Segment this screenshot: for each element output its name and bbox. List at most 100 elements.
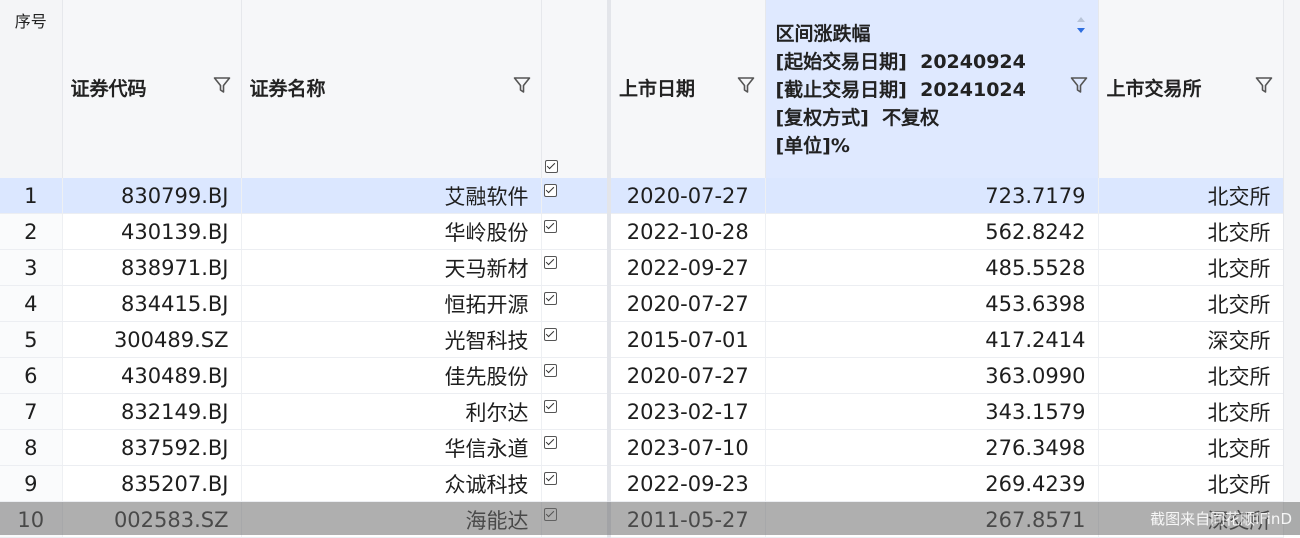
header-exchange-label: 上市交易所	[1106, 78, 1202, 100]
security-name: 利尔达	[241, 393, 542, 430]
row-index: 4	[0, 285, 63, 322]
table-row[interactable]: 1 830799.BJ 艾融软件 2020-07-27 723.7179 北交所	[0, 178, 1284, 214]
row-index: 1	[0, 178, 63, 214]
interval-change: 485.5528	[765, 249, 1099, 286]
security-code: 832149.BJ	[62, 393, 242, 430]
header-code-label: 证券代码	[70, 78, 147, 100]
list-date: 2020-07-27	[607, 178, 766, 214]
checkbox-checked-icon[interactable]	[543, 183, 557, 197]
security-name: 华信永道	[241, 429, 542, 466]
security-name: 天马新材	[241, 249, 542, 286]
interval-change: 417.2414	[765, 321, 1099, 358]
checkbox-checked-icon[interactable]	[543, 291, 557, 305]
row-checkbox[interactable]	[541, 393, 610, 430]
checkbox-checked-icon[interactable]	[543, 219, 557, 233]
interval-change: 562.8242	[765, 213, 1099, 250]
header-name[interactable]: 证券名称	[241, 0, 542, 178]
table-body: 1 830799.BJ 艾融软件 2020-07-27 723.7179 北交所…	[0, 178, 1284, 538]
checkbox-checked-icon[interactable]	[543, 327, 557, 341]
table-row[interactable]: 7 832149.BJ 利尔达 2023-02-17 343.1579 北交所	[0, 393, 1284, 430]
row-checkbox[interactable]	[541, 213, 610, 250]
table-row[interactable]: 2 430139.BJ 华岭股份 2022-10-28 562.8242 北交所	[0, 213, 1284, 250]
checkbox-checked-icon[interactable]	[543, 255, 557, 269]
row-index: 5	[0, 321, 63, 358]
table-row[interactable]: 6 430489.BJ 佳先股份 2020-07-27 363.0990 北交所	[0, 357, 1284, 394]
list-date: 2023-07-10	[607, 429, 766, 466]
security-code: 430489.BJ	[62, 357, 242, 394]
row-checkbox[interactable]	[541, 178, 610, 214]
exchange: 深交所	[1098, 321, 1284, 358]
row-index: 9	[0, 465, 63, 502]
list-date: 2015-07-01	[607, 321, 766, 358]
filter-icon[interactable]	[1070, 76, 1088, 94]
row-checkbox[interactable]	[541, 249, 610, 286]
exchange: 北交所	[1098, 213, 1284, 250]
list-date: 2022-10-28	[607, 213, 766, 250]
security-code: 300489.SZ	[62, 321, 242, 358]
table-row[interactable]: 9 835207.BJ 众诚科技 2022-09-23 269.4239 北交所	[0, 465, 1284, 502]
interval-change: 276.3498	[765, 429, 1099, 466]
row-index: 6	[0, 357, 63, 394]
row-checkbox[interactable]	[541, 357, 610, 394]
filter-icon[interactable]	[1255, 76, 1273, 94]
exchange: 北交所	[1098, 429, 1284, 466]
vertical-scrollbar[interactable]	[1283, 0, 1300, 535]
data-table: 序号 证券代码 证券名称 上市日期 区间涨跌幅 [起始交易日期] 2024092…	[0, 0, 1284, 538]
header-exchange[interactable]: 上市交易所	[1098, 0, 1284, 178]
row-checkbox[interactable]	[541, 285, 610, 322]
checkbox-checked-icon[interactable]	[543, 471, 557, 485]
security-code: 835207.BJ	[62, 465, 242, 502]
exchange: 北交所	[1098, 249, 1284, 286]
security-code: 838971.BJ	[62, 249, 242, 286]
watermark: 截图来自同花顺iFinD	[1150, 510, 1292, 528]
filter-icon[interactable]	[513, 76, 531, 94]
row-checkbox[interactable]	[541, 465, 610, 502]
security-code: 837592.BJ	[62, 429, 242, 466]
header-checkbox-icon[interactable]	[544, 160, 558, 173]
row-index: 3	[0, 249, 63, 286]
checkbox-checked-icon[interactable]	[543, 399, 557, 413]
security-name: 恒拓开源	[241, 285, 542, 322]
exchange: 北交所	[1098, 178, 1284, 214]
row-index: 10	[0, 501, 63, 538]
security-name: 佳先股份	[241, 357, 542, 394]
exchange: 北交所	[1098, 285, 1284, 322]
filter-icon[interactable]	[737, 76, 755, 94]
row-index: 7	[0, 393, 63, 430]
security-code: 002583.SZ	[62, 501, 242, 538]
exchange: 北交所	[1098, 357, 1284, 394]
checkbox-checked-icon[interactable]	[543, 363, 557, 377]
header-code[interactable]: 证券代码	[62, 0, 242, 178]
header-interval-change-label: 区间涨跌幅 [起始交易日期] 20240924 [截止交易日期] 2024102…	[775, 23, 1026, 157]
table-row[interactable]: 5 300489.SZ 光智科技 2015-07-01 417.2414 深交所	[0, 321, 1284, 358]
security-name: 众诚科技	[241, 465, 542, 502]
interval-change: 363.0990	[765, 357, 1099, 394]
security-code: 430139.BJ	[62, 213, 242, 250]
interval-change: 723.7179	[765, 178, 1099, 214]
interval-change: 269.4239	[765, 465, 1099, 502]
checkbox-checked-icon[interactable]	[543, 435, 557, 449]
list-date: 2020-07-27	[607, 285, 766, 322]
filter-icon[interactable]	[213, 76, 231, 94]
exchange: 北交所	[1098, 393, 1284, 430]
table-row[interactable]: 10 002583.SZ 海能达 2011-05-27 267.8571 深交所	[0, 501, 1284, 538]
header-checkbox-column[interactable]	[541, 0, 610, 178]
header-name-label: 证券名称	[249, 78, 326, 100]
header-list-date[interactable]: 上市日期	[607, 0, 766, 178]
list-date: 2020-07-27	[607, 357, 766, 394]
list-date: 2022-09-27	[607, 249, 766, 286]
row-checkbox[interactable]	[541, 321, 610, 358]
sort-desc-icon[interactable]	[1076, 14, 1086, 36]
table-row[interactable]: 3 838971.BJ 天马新材 2022-09-27 485.5528 北交所	[0, 249, 1284, 286]
security-name: 艾融软件	[241, 178, 542, 214]
interval-change: 453.6398	[765, 285, 1099, 322]
header-interval-change[interactable]: 区间涨跌幅 [起始交易日期] 20240924 [截止交易日期] 2024102…	[764, 0, 1099, 178]
row-checkbox[interactable]	[541, 501, 610, 538]
security-code: 830799.BJ	[62, 178, 242, 214]
security-name: 海能达	[241, 501, 542, 538]
checkbox-checked-icon[interactable]	[543, 507, 557, 521]
row-checkbox[interactable]	[541, 429, 610, 466]
header-row: 序号 证券代码 证券名称 上市日期 区间涨跌幅 [起始交易日期] 2024092…	[0, 0, 1284, 178]
table-row[interactable]: 8 837592.BJ 华信永道 2023-07-10 276.3498 北交所	[0, 429, 1284, 466]
table-row[interactable]: 4 834415.BJ 恒拓开源 2020-07-27 453.6398 北交所	[0, 285, 1284, 322]
